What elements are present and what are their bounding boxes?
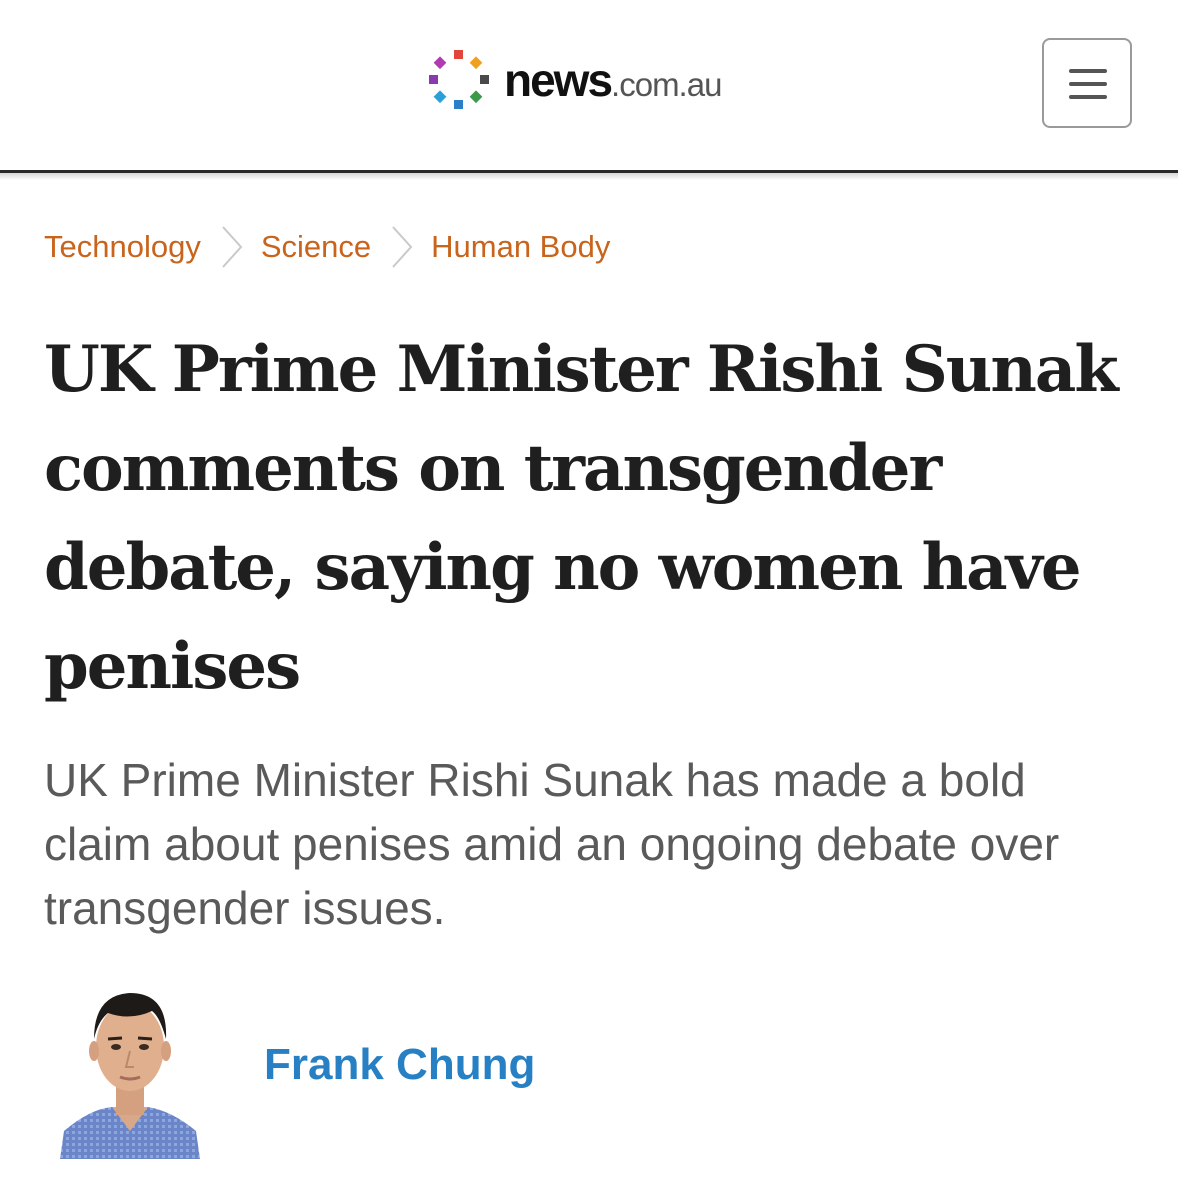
article-byline (60, 980, 200, 1160)
chevron-right-icon (371, 222, 431, 272)
site-header: news .com.au (0, 0, 1178, 171)
breadcrumb-human-body[interactable]: Human Body (431, 229, 610, 265)
breadcrumb-technology[interactable]: Technology (44, 229, 201, 265)
breadcrumb-science[interactable]: Science (261, 229, 371, 265)
article-standfirst: UK Prime Minister Rishi Sunak has made a… (44, 754, 1060, 934)
menu-button[interactable] (1042, 38, 1132, 128)
news-logo-icon (424, 44, 494, 116)
chevron-right-icon (201, 222, 261, 272)
article-headline: UK Prime Minister Rishi Sunak comments o… (44, 332, 1119, 704)
logo-wordmark: news (504, 54, 613, 106)
author-name-link[interactable]: Frank Chung (264, 1040, 535, 1090)
site-logo[interactable]: news .com.au (424, 44, 722, 116)
breadcrumb: Technology Science Human Body (44, 222, 610, 272)
logo-domain: .com.au (611, 66, 722, 103)
author-avatar[interactable] (60, 981, 200, 1159)
